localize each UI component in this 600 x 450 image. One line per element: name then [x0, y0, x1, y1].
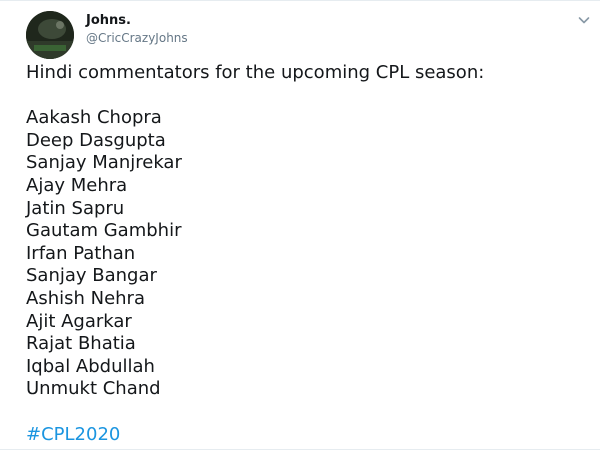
commentator-name: Aakash Chopra	[26, 107, 162, 129]
chevron-down-icon[interactable]	[576, 12, 592, 28]
top-divider	[0, 0, 600, 1]
avatar[interactable]	[26, 11, 74, 59]
tweet-intro: Hindi commentators for the upcoming CPL …	[26, 62, 485, 83]
commentator-name: Gautam Gambhir	[26, 220, 182, 242]
commentator-name: Unmukt Chand	[26, 378, 161, 400]
commentator-name: Rajat Bhatia	[26, 333, 136, 355]
commentator-name: Irfan Pathan	[26, 242, 136, 264]
display-name[interactable]: Johns.	[86, 13, 188, 29]
tweet-card: Johns. @CricCrazyJohns Hindi commentator…	[0, 0, 600, 450]
avatar-image	[26, 11, 74, 59]
user-handle[interactable]: @CricCrazyJohns	[86, 30, 188, 46]
commentator-name: Deep Dasgupta	[26, 129, 166, 151]
author-block: Johns. @CricCrazyJohns	[86, 13, 188, 46]
commentator-name: Ajit Agarkar	[26, 310, 132, 332]
commentator-name: Iqbal Abdullah	[26, 355, 155, 377]
commentator-name: Sanjay Manjrekar	[26, 152, 182, 174]
hashtag-link[interactable]: #CPL2020	[26, 424, 120, 445]
commentator-name: Sanjay Bangar	[26, 265, 157, 287]
tweet-text: Hindi commentators for the upcoming CPL …	[26, 62, 586, 446]
commentator-name: Jatin Sapru	[26, 197, 125, 219]
commentator-name: Ajay Mehra	[26, 174, 128, 196]
commentator-name: Ashish Nehra	[26, 287, 145, 309]
